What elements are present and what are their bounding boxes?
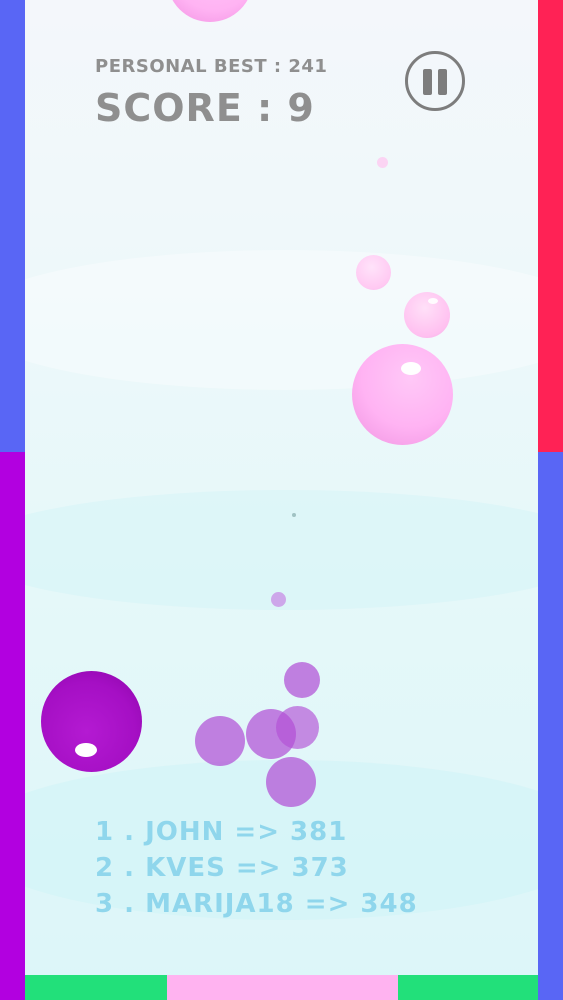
leaderboard-entry: 1 . JOHN => 381 bbox=[95, 817, 348, 847]
pink-ball bbox=[352, 344, 453, 445]
floor-middle-segment bbox=[167, 975, 398, 1000]
purple-bubble bbox=[195, 716, 245, 766]
game-screen: PERSONAL BEST : 241 SCORE : 9 1 . JOHN =… bbox=[0, 0, 563, 1000]
player-ball[interactable] bbox=[41, 671, 142, 772]
personal-best-label: PERSONAL BEST : 241 bbox=[95, 56, 328, 77]
pink-bubble bbox=[377, 157, 388, 168]
score-label: SCORE : 9 bbox=[95, 86, 315, 130]
purple-bubble bbox=[266, 757, 316, 807]
left-wall-bottom bbox=[0, 452, 25, 1000]
ball-shine bbox=[75, 743, 97, 757]
floor-left-segment bbox=[25, 975, 167, 1000]
bubble-shine bbox=[428, 298, 438, 304]
purple-bubble bbox=[284, 662, 320, 698]
leaderboard-entry: 3 . MARIJA18 => 348 bbox=[95, 889, 418, 919]
ball-shine bbox=[401, 362, 421, 375]
pink-bubble bbox=[404, 292, 450, 338]
floor-right-segment bbox=[398, 975, 538, 1000]
pink-bubble bbox=[356, 255, 391, 290]
right-wall-top bbox=[538, 0, 563, 452]
right-wall-bottom bbox=[538, 452, 563, 1000]
purple-bubble bbox=[271, 592, 286, 607]
leaderboard: 1 . JOHN => 381 2 . KVES => 373 3 . MARI… bbox=[95, 814, 418, 922]
purple-bubble bbox=[276, 706, 319, 749]
background-wave bbox=[25, 250, 538, 390]
pause-icon-bar bbox=[438, 69, 447, 95]
left-wall-top bbox=[0, 0, 25, 452]
pause-icon bbox=[423, 69, 432, 95]
leaderboard-entry: 2 . KVES => 373 bbox=[95, 853, 349, 883]
pause-button[interactable] bbox=[405, 51, 465, 111]
purple-bubble bbox=[292, 513, 296, 517]
